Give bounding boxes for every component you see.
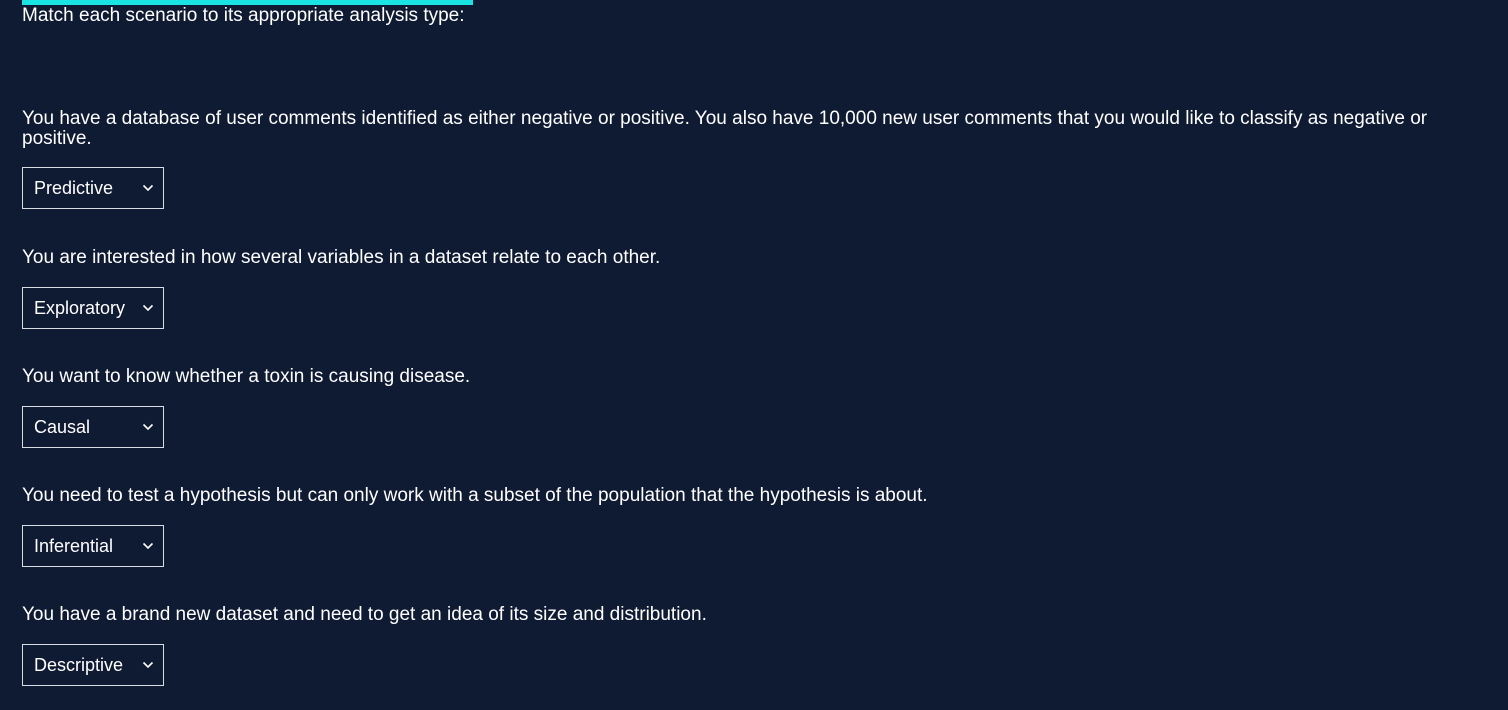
select-value: Causal [34, 416, 91, 437]
select-value: Descriptive [34, 654, 124, 675]
scenario-text: You have a brand new dataset and need to… [22, 604, 707, 625]
analysis-type-select[interactable]: Inferential [22, 525, 164, 567]
select-value: Exploratory [34, 297, 126, 318]
scenario-item: You want to know whether a toxin is caus… [22, 367, 1492, 448]
chevron-down-icon [142, 302, 154, 314]
select-value: Predictive [34, 177, 114, 198]
select-value: Inferential [34, 535, 114, 556]
scenario-text: You are interested in how several variab… [22, 247, 661, 268]
chevron-down-icon [142, 540, 154, 552]
question-prompt: Match each scenario to its appropriate a… [22, 5, 465, 26]
chevron-down-icon [142, 421, 154, 433]
scenario-item: You are interested in how several variab… [22, 248, 1492, 329]
scenario-item: You have a database of user comments ide… [22, 109, 1492, 209]
analysis-type-select[interactable]: Descriptive [22, 644, 164, 686]
scenario-text: You want to know whether a toxin is caus… [22, 366, 471, 387]
analysis-type-select[interactable]: Predictive [22, 167, 164, 209]
scenario-text: You have a database of user comments ide… [22, 108, 1428, 149]
analysis-type-select[interactable]: Exploratory [22, 287, 164, 329]
scenario-text: You need to test a hypothesis but can on… [22, 485, 928, 506]
scenario-item: You have a brand new dataset and need to… [22, 605, 1492, 686]
analysis-type-select[interactable]: Causal [22, 406, 164, 448]
chevron-down-icon [142, 659, 154, 671]
chevron-down-icon [142, 182, 154, 194]
scenario-item: You need to test a hypothesis but can on… [22, 486, 1492, 567]
